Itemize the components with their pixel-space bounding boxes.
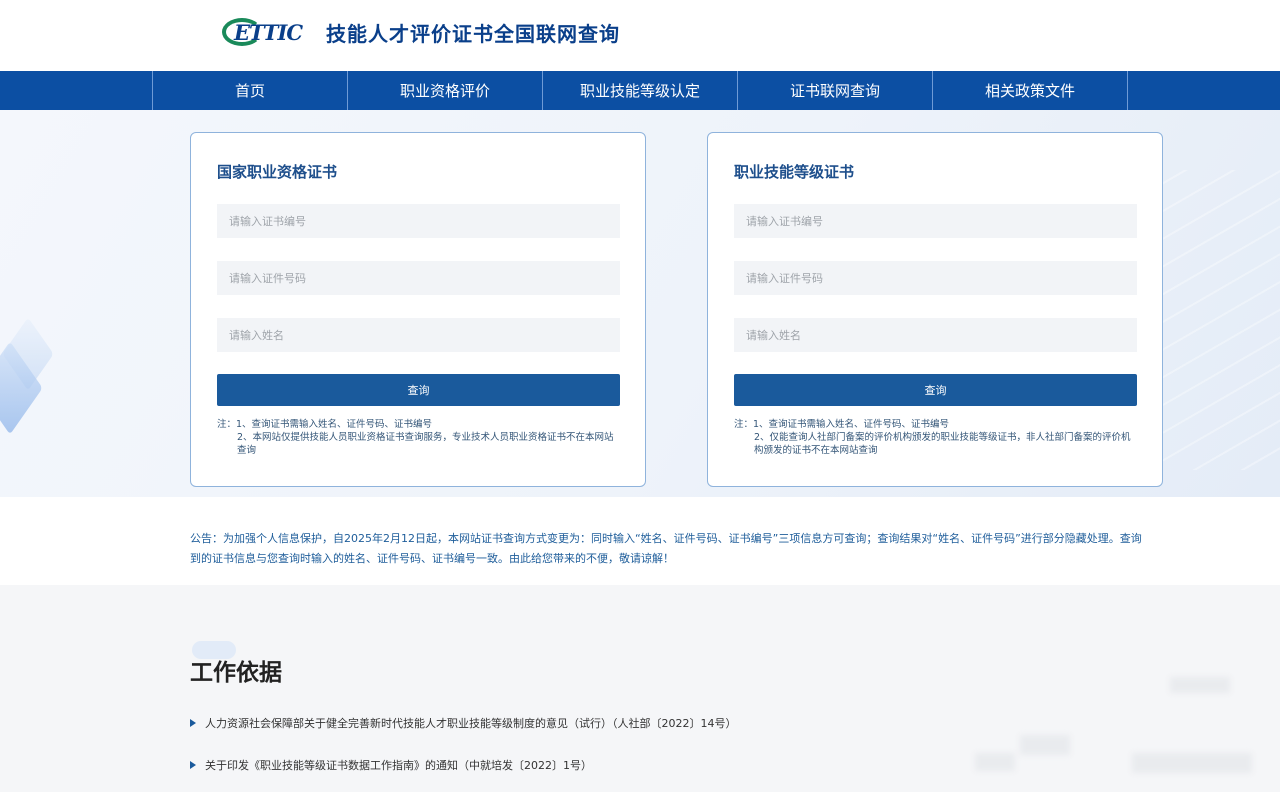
announcement: 公告：为加强个人信息保护，自2025年2月12日起，本网站证书查询方式变更为：同… xyxy=(0,497,1280,585)
query-notes: 注：1、查询证书需输入姓名、证件号码、证书编号 2、仅能查询人社部门备案的评价机… xyxy=(734,418,1140,457)
announcement-text: 公告：为加强个人信息保护，自2025年2月12日起，本网站证书查询方式变更为：同… xyxy=(190,532,1142,565)
nav-item-certificate-query[interactable]: 证书联网查询 xyxy=(738,71,933,110)
basis-link-text[interactable]: 关于印发《职业技能等级证书数据工作指南》的通知（中就培发〔2022〕1号） xyxy=(205,757,592,773)
basis-link-item[interactable]: 人力资源社会保障部关于健全完善新时代技能人才职业技能等级制度的意见（试行）（人社… xyxy=(190,715,737,731)
note-line: 2、仅能查询人社部门备案的评价机构颁发的职业技能等级证书，非人社部门备案的评价机… xyxy=(754,432,1131,456)
nav-item-skill-level-recognition[interactable]: 职业技能等级认定 xyxy=(543,71,738,110)
id-number-input[interactable] xyxy=(217,261,620,295)
triangle-bullet-icon xyxy=(190,761,196,769)
logo-text: ETTIC xyxy=(234,20,303,45)
site-header: ETTIC 技能人才评价证书全国联网查询 xyxy=(0,0,1280,71)
main-nav: 首页 职业资格评价 职业技能等级认定 证书联网查询 相关政策文件 xyxy=(0,71,1280,110)
site-title: 技能人才评价证书全国联网查询 xyxy=(326,21,620,46)
triangle-bullet-icon xyxy=(190,719,196,727)
card-title: 职业技能等级证书 xyxy=(734,163,855,181)
note-line: 2、本网站仅提供技能人员职业资格证书查询服务，专业技术人员职业资格证书不在本网站… xyxy=(237,432,614,456)
id-number-input[interactable] xyxy=(734,261,1137,295)
query-button[interactable]: 查询 xyxy=(217,374,620,406)
site-logo[interactable]: ETTIC 技能人才评价证书全国联网查询 xyxy=(222,16,620,48)
note-line: 注：1、查询证书需输入姓名、证件号码、证书编号 xyxy=(734,419,950,430)
certificate-number-input[interactable] xyxy=(217,204,620,238)
query-button[interactable]: 查询 xyxy=(734,374,1137,406)
work-basis-section: 工作依据 人力资源社会保障部关于健全完善新时代技能人才职业技能等级制度的意见（试… xyxy=(0,585,1280,792)
skill-level-certificate-card: 职业技能等级证书 查询 注：1、查询证书需输入姓名、证件号码、证书编号 2、仅能… xyxy=(707,132,1163,487)
certificate-number-input[interactable] xyxy=(734,204,1137,238)
section-title: 工作依据 xyxy=(190,660,282,686)
basis-link-item[interactable]: 关于印发《职业技能等级证书数据工作指南》的通知（中就培发〔2022〕1号） xyxy=(190,757,592,773)
name-input[interactable] xyxy=(217,318,620,352)
nav-item-qualification-evaluation[interactable]: 职业资格评价 xyxy=(348,71,543,110)
blurred-area xyxy=(1132,753,1252,773)
basis-link-text[interactable]: 人力资源社会保障部关于健全完善新时代技能人才职业技能等级制度的意见（试行）（人社… xyxy=(205,715,737,731)
blurred-area xyxy=(1020,735,1070,755)
nav-item-policy-documents[interactable]: 相关政策文件 xyxy=(933,71,1128,110)
logo-mark: ETTIC xyxy=(222,16,316,48)
blurred-area xyxy=(1170,677,1230,693)
card-title: 国家职业资格证书 xyxy=(217,163,338,181)
name-input[interactable] xyxy=(734,318,1137,352)
blurred-area xyxy=(975,753,1015,771)
nav-item-home[interactable]: 首页 xyxy=(153,71,348,110)
query-notes: 注：1、查询证书需输入姓名、证件号码、证书编号 2、本网站仅提供技能人员职业资格… xyxy=(217,418,623,457)
note-line: 注：1、查询证书需输入姓名、证件号码、证书编号 xyxy=(217,419,433,430)
qualification-certificate-card: 国家职业资格证书 查询 注：1、查询证书需输入姓名、证件号码、证书编号 2、本网… xyxy=(190,132,646,487)
search-area: 国家职业资格证书 查询 注：1、查询证书需输入姓名、证件号码、证书编号 2、本网… xyxy=(0,110,1280,497)
